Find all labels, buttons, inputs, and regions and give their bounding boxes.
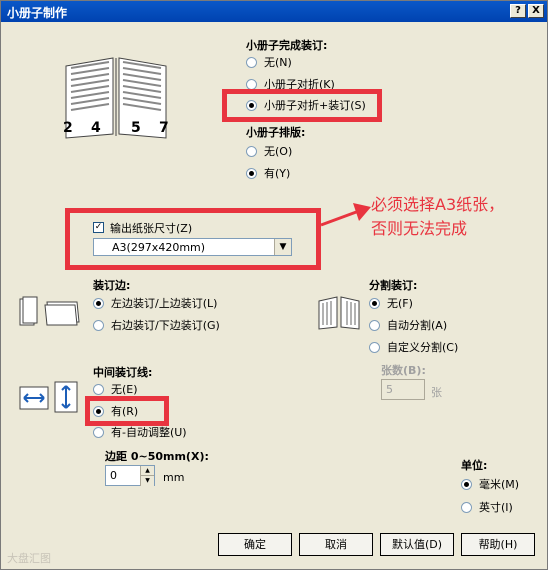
annotation-line1: 必须选择A3纸张，	[371, 195, 505, 214]
paper-size-select[interactable]: A3(297x420mm) ▼	[93, 238, 292, 256]
spin-down-icon[interactable]: ▼	[140, 475, 154, 486]
margin-label: 边距 0~50mm(X):	[105, 450, 209, 463]
sheets-label: 张数(B):	[381, 364, 426, 377]
binding-edge-heading: 装订边:	[93, 279, 131, 292]
sheets-input[interactable]: 5	[381, 379, 425, 400]
unit-heading: 单位:	[461, 459, 488, 472]
chevron-down-icon[interactable]: ▼	[274, 239, 291, 255]
margin-input[interactable]: 0 ▲ ▼	[105, 465, 155, 486]
highlight-fold-staple	[222, 89, 382, 122]
split-binding-heading: 分割装订:	[369, 279, 418, 292]
output-paper-label: 输出纸张尺寸(Z)	[110, 222, 193, 235]
default-button[interactable]: 默认值(D)	[380, 533, 454, 556]
help-title-button[interactable]: ?	[510, 4, 526, 18]
center-line-icon	[19, 381, 78, 413]
preview-page-4: 4	[91, 120, 101, 136]
close-button[interactable]: X	[528, 4, 544, 18]
center-line-heading: 中间装订线:	[93, 366, 153, 379]
margin-unit: mm	[163, 471, 185, 484]
help-button[interactable]: 帮助(H)	[461, 533, 535, 556]
title-bar[interactable]: 小册子制作 ? X	[1, 1, 547, 22]
binding-edge-icon	[19, 296, 80, 326]
highlight-center-line	[85, 396, 169, 426]
preview-page-7: 7	[159, 120, 169, 136]
sheets-unit: 张	[431, 386, 442, 399]
annotation-arrow-icon	[320, 203, 371, 227]
booklet-dialog: 小册子制作 ? X 2 4 5 7 小册子完成装订: 无(N) 小册子对折(K)…	[0, 0, 548, 570]
cancel-button[interactable]: 取消	[299, 533, 373, 556]
output-paper-checkbox[interactable]: ✓	[93, 222, 104, 233]
split-book-icon	[318, 296, 360, 330]
preview-page-5: 5	[131, 120, 141, 136]
spin-up-icon[interactable]: ▲	[140, 466, 154, 475]
layout-heading: 小册子排版:	[246, 126, 306, 139]
ok-button[interactable]: 确定	[218, 533, 292, 556]
finish-heading: 小册子完成装订:	[246, 39, 328, 52]
booklet-preview-icon	[65, 57, 167, 139]
window-title: 小册子制作	[7, 6, 68, 20]
paper-size-value: A3(297x420mm)	[112, 241, 206, 254]
watermark: 大盘汇图	[7, 552, 51, 565]
annotation-line2: 否则无法完成	[371, 219, 468, 238]
preview-page-2: 2	[63, 120, 73, 136]
